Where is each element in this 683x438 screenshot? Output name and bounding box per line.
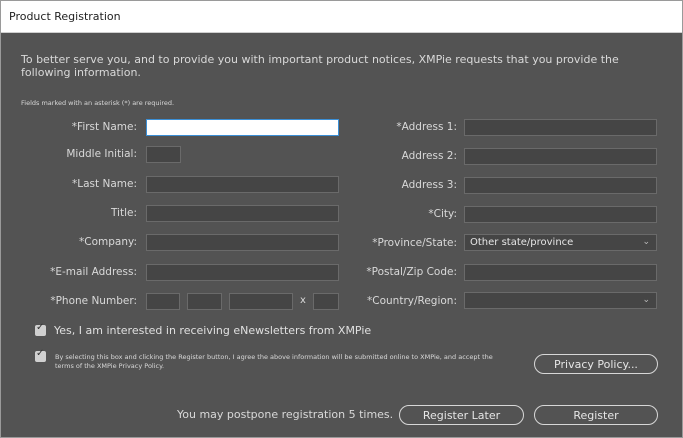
phone-ext-separator: x — [300, 295, 306, 306]
middle-initial-label: Middle Initial: — [66, 148, 137, 160]
address1-label: *Address 1: — [396, 121, 457, 133]
phone-label: *Phone Number: — [50, 295, 137, 307]
last-name-label: *Last Name: — [72, 178, 137, 190]
city-input[interactable] — [464, 206, 657, 223]
title-bar: Product Registration — [1, 1, 682, 33]
first-name-label: *First Name: — [71, 121, 137, 133]
title-input[interactable] — [146, 205, 339, 222]
last-name-input[interactable] — [146, 176, 339, 193]
window-title: Product Registration — [9, 10, 121, 23]
agree-checkbox[interactable]: ✓ — [35, 348, 46, 362]
province-state-label: *Province/State: — [372, 237, 457, 249]
chevron-down-icon: ⌄ — [642, 237, 650, 247]
register-later-button[interactable]: Register Later — [399, 405, 524, 425]
address3-label: Address 3: — [401, 179, 457, 191]
postpone-text: You may postpone registration 5 times. — [177, 408, 394, 421]
province-state-value: Other state/province — [470, 237, 574, 248]
phone-area-code-input[interactable] — [187, 293, 222, 310]
registration-dialog: Product Registration To better serve you… — [0, 0, 683, 438]
check-icon: ✓ — [36, 322, 45, 333]
company-label: *Company: — [79, 236, 137, 248]
chevron-down-icon: ⌄ — [642, 295, 650, 305]
register-button[interactable]: Register — [534, 405, 658, 425]
newsletter-label: Yes, I am interested in receiving eNewsl… — [54, 324, 372, 337]
phone-extension-input[interactable] — [313, 293, 339, 310]
city-label: *City: — [428, 208, 457, 220]
email-input[interactable] — [146, 264, 339, 281]
address3-input[interactable] — [464, 177, 657, 194]
title-label: Title: — [110, 207, 137, 219]
address2-label: Address 2: — [401, 150, 457, 162]
first-name-input[interactable] — [146, 119, 339, 136]
intro-text: To better serve you, and to provide you … — [21, 53, 619, 79]
phone-country-code-input[interactable] — [146, 293, 180, 310]
required-note: Fields marked with an asterisk (*) are r… — [21, 99, 175, 107]
country-region-label: *Country/Region: — [367, 295, 457, 307]
middle-initial-input[interactable] — [146, 146, 181, 163]
email-label: *E-mail Address: — [50, 266, 137, 278]
postal-code-input[interactable] — [464, 264, 657, 281]
newsletter-checkbox[interactable]: ✓ — [35, 322, 46, 336]
country-region-select[interactable]: ⌄ — [464, 292, 657, 309]
phone-number-input[interactable] — [229, 293, 293, 310]
privacy-policy-button[interactable]: Privacy Policy... — [534, 354, 658, 374]
agree-text: By selecting this box and clicking the R… — [55, 353, 493, 370]
postal-code-label: *Postal/Zip Code: — [366, 266, 457, 278]
check-icon: ✓ — [36, 348, 45, 359]
address2-input[interactable] — [464, 148, 657, 165]
address1-input[interactable] — [464, 119, 657, 136]
province-state-select[interactable]: Other state/province ⌄ — [464, 234, 657, 251]
company-input[interactable] — [146, 234, 339, 251]
